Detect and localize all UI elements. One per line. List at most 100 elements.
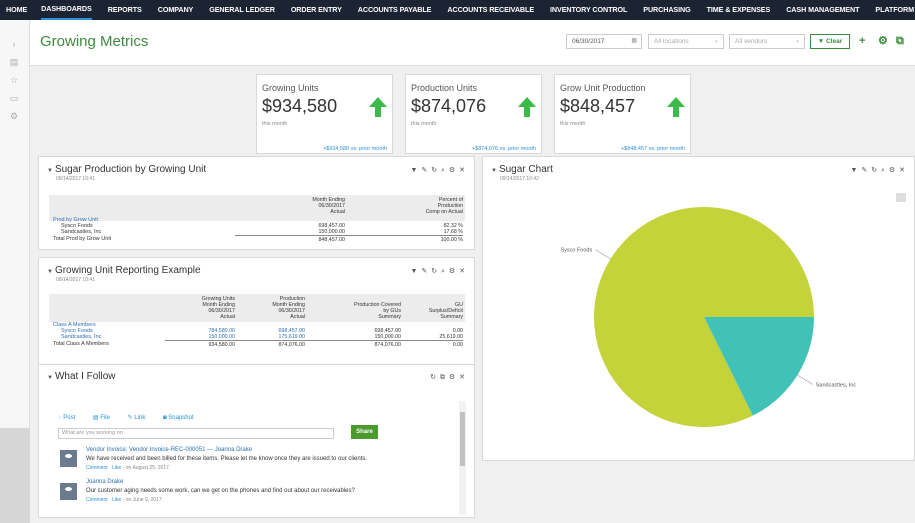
nav-item[interactable]: PURCHASING [643, 0, 690, 20]
report-col-header: Production Covered by GUs Summary [354, 302, 401, 320]
chart-menu-icon[interactable] [896, 193, 906, 202]
nav-item[interactable]: CASH MANAGEMENT [786, 0, 859, 20]
panel-timestamp: 09/14/2017 10:41 [56, 277, 95, 283]
collapse-icon[interactable]: ▼ [491, 168, 497, 174]
sugar-production-panel: ▼ Sugar Production by Growing Unit 09/14/… [38, 156, 475, 250]
nav-item[interactable]: ORDER ENTRY [291, 0, 342, 20]
sugar-production-report: Month Ending 06/30/2017 Actual Percent of P… [49, 195, 465, 245]
kpi-period: this month [411, 121, 437, 127]
snapshot-tab[interactable]: ◙ Snapshot [163, 415, 202, 421]
nav-item[interactable]: TIME & EXPENSES [707, 0, 771, 20]
nav-item[interactable]: COMPANY [158, 0, 194, 20]
post-input[interactable]: What are you working on [58, 428, 334, 439]
kpi-comparison[interactable]: +$934,580 vs. prior month [323, 146, 387, 152]
clear-button[interactable]: ▼ Clear [810, 34, 850, 49]
collapse-icon[interactable]: ▼ [47, 269, 53, 275]
kpi-comparison[interactable]: +$848,457 vs. prior month [621, 146, 685, 152]
kpi-card[interactable]: Production Units $874,076 this month +$874,… [405, 74, 542, 154]
report-total-cell: 100.00 % [440, 237, 463, 243]
feed-date: on August 25, 2017 [125, 465, 169, 471]
panel-title[interactable]: ▼ Growing Unit Reporting Example [47, 265, 201, 276]
calendar-icon[interactable]: ▦ [631, 35, 637, 48]
nav-item[interactable]: PLATFORM SERVICES [875, 0, 915, 20]
settings-icon[interactable]: ⚙ [8, 110, 20, 122]
star-icon[interactable]: ☆ [8, 74, 20, 86]
like-link[interactable]: Like [112, 497, 121, 503]
list-icon[interactable]: ▤ [8, 56, 20, 68]
total-divider [235, 235, 463, 236]
feed-item-title[interactable]: Joanna Drake [86, 479, 123, 485]
kpi-period: this month [262, 121, 288, 127]
clear-label: Clear [825, 38, 843, 45]
panel-title[interactable]: ▼ What I Follow [47, 371, 116, 382]
expand-icon[interactable]: › [8, 38, 20, 50]
report-col-header: GU Surplus/Deficit Summary [428, 302, 463, 320]
sidebar-footer [0, 428, 30, 523]
filter-icon: ▼ [817, 38, 825, 45]
nav-item[interactable]: GENERAL LEDGER [209, 0, 275, 20]
avatar [60, 483, 77, 500]
collapse-icon[interactable]: ▼ [47, 375, 53, 381]
report-total-cell: 874,076.00 [278, 342, 305, 348]
panel-title[interactable]: ▼ Sugar Production by Growing Unit [47, 164, 206, 175]
post-tab[interactable]: ◌ Post [58, 415, 83, 421]
gear-icon[interactable]: ⚙ [878, 33, 888, 49]
share-button[interactable]: Share [351, 425, 378, 439]
growing-unit-report-panel: ▼ Growing Unit Reporting Example 09/14/20… [38, 257, 475, 375]
kpi-card[interactable]: Growing Units $934,580 this month +$934,580… [256, 74, 393, 154]
kpi-card[interactable]: Grow Unit Production $848,457 this month +$… [554, 74, 691, 154]
panel-toolbar[interactable]: ↻ ⧉ ⚙ ✕ [430, 373, 466, 382]
report-col2-header: Percent of Production Comp on Actual [425, 197, 463, 215]
report-row-label[interactable]: Sandcastles, Inc [61, 334, 101, 341]
report-row-label: Sandcastles, Inc [61, 229, 102, 235]
vendor-filter[interactable]: All vendors ⌄ [729, 34, 805, 49]
copy-icon[interactable]: ⧉ [896, 33, 904, 49]
report-total-cell: 934,580.00 [208, 342, 235, 348]
report-total-cell: 874,076.00 [374, 342, 401, 348]
main-content: Growing Metrics 06/30/2017 ▦ All locatio… [30, 20, 915, 523]
kpi-value: $848,457 [560, 96, 636, 116]
report-total-label: Total Prod by Grow Unit [53, 236, 112, 242]
kpi-label: Production Units [411, 83, 478, 93]
report-col1-header: Month Ending 06/30/2017 Actual [312, 197, 345, 215]
feed-item-title[interactable]: Vendor Invoice: Vendor Invoice-REC-00005… [86, 447, 252, 453]
like-link[interactable]: Like [112, 465, 121, 471]
monitor-icon[interactable]: ▭ [8, 92, 20, 104]
page-title: Growing Metrics [40, 33, 149, 50]
add-icon[interactable]: + [859, 33, 865, 49]
arrow-up-icon [369, 97, 387, 117]
pie-label: Sysco Foods [560, 248, 592, 254]
scroll-thumb[interactable] [460, 412, 465, 466]
top-navigation: HOME DASHBOARDS REPORTS COMPANY GENERAL LEDG… [0, 0, 915, 20]
date-filter[interactable]: 06/30/2017 ▦ [566, 34, 642, 49]
panel-toolbar[interactable]: ▼ ✎ ↻ ⌕ ⚙ ✕ [411, 166, 466, 175]
nav-item[interactable]: DASHBOARDS [41, 0, 92, 20]
file-tab[interactable]: ▤ File [93, 415, 118, 421]
pie-label-connector [797, 374, 813, 385]
page-header: Growing Metrics 06/30/2017 ▦ All locatio… [30, 20, 915, 66]
comment-link[interactable]: Comment [86, 465, 108, 471]
nav-item[interactable]: INVENTORY CONTROL [550, 0, 627, 20]
nav-item[interactable]: ACCOUNTS PAYABLE [358, 0, 432, 20]
feed-item-body: Our customer aging needs some work, can … [86, 488, 355, 494]
panel-toolbar[interactable]: ▼ ✎ ↻ ⌕ ⚙ ✕ [411, 267, 466, 276]
location-filter[interactable]: All locations ⌄ [648, 34, 724, 49]
arrow-up-icon [667, 97, 685, 117]
chevron-down-icon[interactable]: ⌄ [795, 35, 800, 48]
feed-item-body: We have received and been billed for the… [86, 456, 368, 462]
panel-title[interactable]: ▼ Sugar Chart [491, 164, 553, 175]
left-sidebar: › ▤ ☆ ▭ ⚙ [0, 20, 30, 523]
kpi-comparison[interactable]: +$874,076 vs. prior month [472, 146, 536, 152]
nav-item[interactable]: ACCOUNTS RECEIVABLE [447, 0, 534, 20]
sugar-pie-chart: Sysco Foods Sandcastles, Inc [560, 207, 856, 427]
nav-item[interactable]: HOME [6, 0, 27, 20]
feed-scrollbar[interactable] [459, 401, 466, 515]
link-tab[interactable]: ✎ Link [128, 415, 154, 421]
chevron-down-icon[interactable]: ⌄ [714, 35, 719, 48]
panel-timestamp: 09/14/2017 10:42 [500, 176, 539, 182]
panel-toolbar[interactable]: ▼ ✎ ↻ ⌕ ⚙ ✕ [851, 166, 906, 175]
collapse-icon[interactable]: ▼ [47, 168, 53, 174]
nav-item[interactable]: REPORTS [108, 0, 142, 20]
comment-link[interactable]: Comment [86, 497, 108, 503]
what-i-follow-panel: ▼ What I Follow ↻ ⧉ ⚙ ✕ ◌ Post ▤ File ✎ L… [38, 364, 475, 518]
